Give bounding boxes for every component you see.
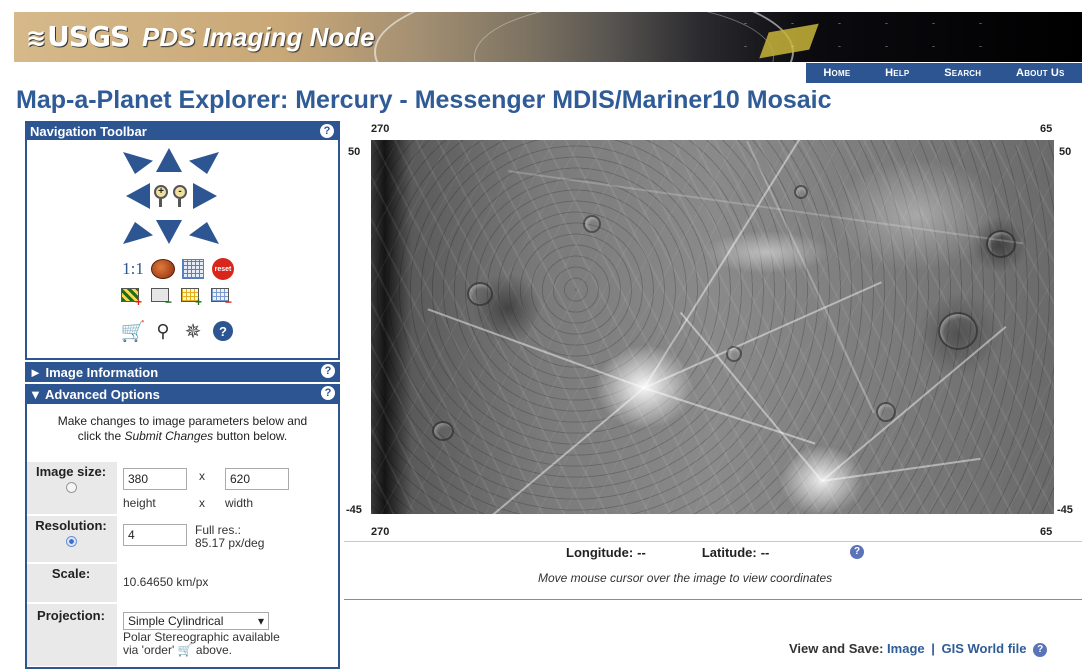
order-cart-icon[interactable]: 🛒: [121, 320, 146, 343]
tool-row-3: 🛒 ⚲ ✵ ?: [121, 320, 235, 343]
lon-bottom-right: 65: [1040, 526, 1053, 538]
times-caption: x: [199, 496, 205, 510]
advanced-intro-text: Make changes to image parameters below a…: [57, 414, 308, 443]
grid-icon[interactable]: [181, 258, 205, 280]
nav-toolbar-header: Navigation Toolbar ?: [25, 121, 340, 140]
pan-east-arrow-icon[interactable]: [193, 183, 217, 209]
height-input[interactable]: 380: [123, 468, 187, 490]
page-title: Map-a-Planet Explorer: Mercury - Messeng…: [16, 86, 832, 114]
lat-left-top: 50: [348, 146, 361, 158]
full-res-text: Full res.: 85.17 px/deg: [195, 523, 265, 550]
scale-one-to-one-button[interactable]: 1:1: [121, 258, 145, 280]
lat-right-bottom: -45: [1057, 504, 1073, 516]
pan-southeast-arrow-icon[interactable]: [189, 222, 219, 244]
starfield-graphic: [722, 12, 1022, 62]
chevron-down-icon: ▾: [257, 614, 264, 628]
scale-label: Scale:: [51, 566, 91, 581]
map-area: 270 65 50 50 -45 -45 270 65 Longitude: -…: [344, 121, 1082, 669]
coordinate-hint: Move mouse cursor over the image to view…: [538, 571, 833, 585]
globe-icon[interactable]: [151, 258, 175, 280]
image-size-row: Image size: 380 x 620 height x width: [27, 462, 338, 514]
pan-northeast-arrow-icon[interactable]: [189, 152, 219, 174]
projection-label: Projection:: [37, 608, 105, 623]
zoom-out-icon[interactable]: -: [173, 185, 188, 207]
site-banner: ≋USGS PDS Imaging Node: [14, 12, 1082, 62]
image-information-help-icon[interactable]: ?: [321, 364, 335, 378]
gis-world-file-link[interactable]: GIS World file: [942, 641, 1027, 656]
nav-home-link[interactable]: Home: [823, 67, 850, 79]
scale-value: 10.64650 km/px: [123, 575, 209, 589]
nav-toolbar: + - 1:1 reset + − + − 🛒 ⚲ ✵ ?: [25, 140, 340, 360]
pan-southwest-arrow-icon[interactable]: [123, 222, 153, 244]
tool-row-2: + − + −: [121, 288, 235, 308]
lon-top-right: 65: [1040, 123, 1053, 135]
resolution-input[interactable]: 4: [123, 524, 187, 546]
lon-bottom-left: 270: [371, 526, 390, 538]
nav-toolbar-help-icon[interactable]: ?: [320, 124, 334, 138]
nav-search-link[interactable]: Search: [944, 67, 981, 79]
remove-layer-icon[interactable]: −: [151, 288, 175, 308]
image-information-header[interactable]: ► Image Information ?: [25, 362, 340, 382]
view-and-save: View and Save: Image | GIS World file ?: [789, 641, 1048, 657]
resolution-radio[interactable]: [65, 536, 77, 547]
advanced-options-body: Make changes to image parameters below a…: [25, 404, 340, 669]
order-cart-inline-icon: 🛒: [177, 643, 193, 657]
times-sign: x: [199, 469, 205, 483]
image-size-radio[interactable]: [65, 482, 77, 493]
advanced-options-title: ▼ Advanced Options: [29, 387, 160, 402]
nav-about-link[interactable]: About Us: [1016, 67, 1065, 79]
tool-row-1: 1:1 reset: [121, 258, 235, 280]
width-caption: width: [225, 496, 254, 510]
pan-north-arrow-icon[interactable]: [156, 148, 182, 172]
pan-northwest-arrow-icon[interactable]: [123, 152, 153, 174]
coordinate-values: Longitude: -- Latitude: --: [566, 545, 770, 560]
lat-right-top: 50: [1059, 146, 1072, 158]
advanced-options-help-icon[interactable]: ?: [321, 386, 335, 400]
site-title[interactable]: PDS Imaging Node: [142, 22, 375, 53]
projection-row: Projection: Simple Cylindrical ▾ Polar S…: [27, 604, 338, 666]
height-caption: height: [123, 496, 156, 510]
image-information-title: ► Image Information: [29, 365, 159, 380]
projection-select[interactable]: Simple Cylindrical ▾: [123, 612, 269, 630]
view-save-help-icon[interactable]: ?: [1033, 642, 1048, 657]
coordinates-help-icon[interactable]: ?: [850, 545, 864, 559]
usgs-waves-icon: ≋: [26, 24, 46, 52]
pan-west-arrow-icon[interactable]: [126, 183, 150, 209]
resolution-label: Resolution:: [27, 518, 115, 547]
lon-top-left: 270: [371, 123, 390, 135]
nav-help-link[interactable]: Help: [885, 67, 909, 79]
coordinate-readout: Longitude: -- Latitude: -- ? Move mouse …: [344, 541, 1082, 599]
resolution-row: Resolution: 4 Full res.: 85.17 px/deg: [27, 516, 338, 562]
nav-toolbar-title: Navigation Toolbar: [30, 124, 147, 139]
longitude-value: --: [637, 545, 646, 560]
reset-button[interactable]: reset: [211, 258, 235, 280]
pan-south-arrow-icon[interactable]: [156, 220, 182, 244]
scale-row: Scale: 10.64650 km/px: [27, 564, 338, 602]
remove-grid-layer-icon[interactable]: −: [211, 288, 235, 308]
coord-bottom-divider: [344, 599, 1082, 600]
usgs-logo[interactable]: ≋USGS: [26, 20, 130, 53]
image-link[interactable]: Image: [887, 641, 925, 656]
advanced-options-header[interactable]: ▼ Advanced Options ?: [25, 384, 340, 404]
width-input[interactable]: 620: [225, 468, 289, 490]
image-size-label: Image size:: [27, 464, 115, 493]
zoom-in-icon[interactable]: +: [154, 185, 169, 207]
add-layer-icon[interactable]: +: [121, 288, 145, 308]
projection-note: Polar Stereographic available via 'order…: [123, 630, 280, 657]
toolbar-help-icon[interactable]: ?: [211, 320, 235, 342]
top-nav: Home Help Search About Us: [806, 63, 1082, 83]
add-grid-layer-icon[interactable]: +: [181, 288, 205, 308]
compass-icon[interactable]: ✵: [181, 320, 205, 343]
left-panel: Navigation Toolbar ? + - 1:1 reset + − +…: [25, 121, 340, 669]
latitude-value: --: [760, 545, 770, 560]
lat-left-bottom: -45: [346, 504, 362, 516]
mercury-map-image[interactable]: [371, 140, 1054, 514]
binoculars-icon[interactable]: ⚲: [151, 320, 175, 342]
